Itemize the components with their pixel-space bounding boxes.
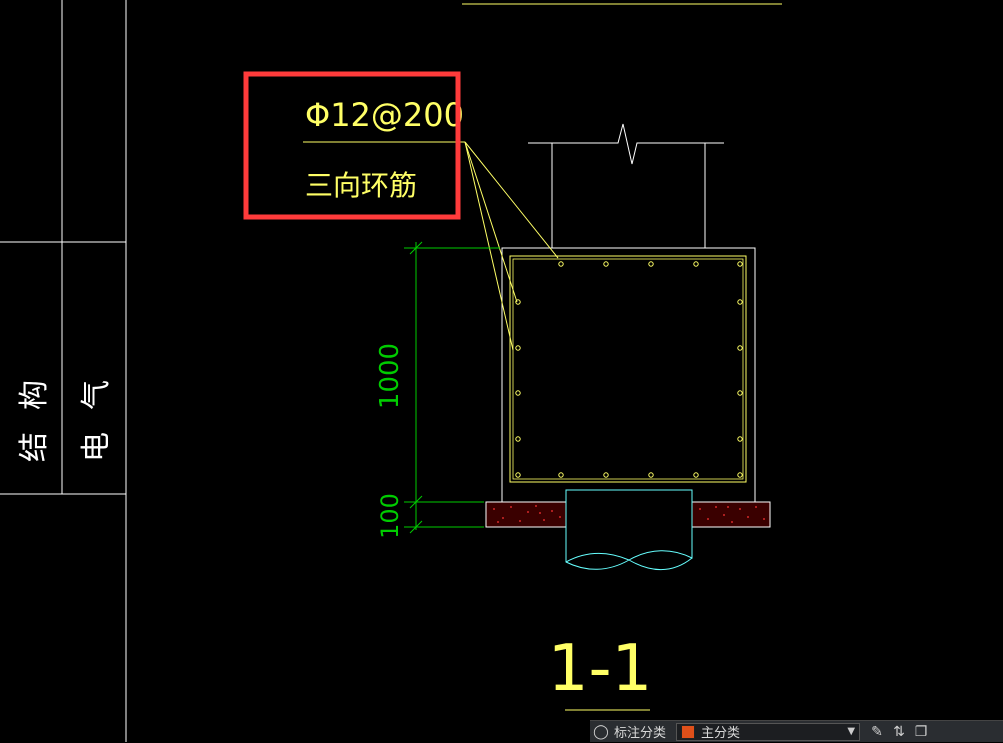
dimension-lines	[404, 241, 500, 534]
rebar-dot	[693, 261, 699, 267]
discipline-structure: 结构	[17, 358, 52, 462]
annotation-scale-icon[interactable]: ◯	[590, 721, 612, 743]
break-line-symbol	[528, 123, 724, 165]
rebar-dots	[515, 261, 743, 478]
rebar-cage-outer	[509, 255, 747, 483]
rebar-dot	[737, 261, 743, 267]
rebar-dot	[515, 345, 521, 351]
rebar-spec-text: Φ12@200	[305, 96, 464, 134]
rebar-dot	[693, 472, 699, 478]
layer-select[interactable]: 主分类 ▼	[676, 722, 861, 741]
section-label: 1-1	[548, 632, 653, 706]
rebar-description-text: 三向环筋	[305, 169, 417, 202]
rebar-dot	[737, 345, 743, 351]
column-above	[528, 123, 724, 248]
rebar-dot	[515, 390, 521, 396]
leader-line	[464, 141, 514, 351]
rebar-dot	[558, 261, 564, 267]
dimension-1000-text: 1000	[375, 343, 405, 409]
rebar-dot	[648, 261, 654, 267]
rebar-dot	[515, 436, 521, 442]
layer-select-value: 主分类	[701, 726, 741, 741]
cad-drawing-canvas[interactable]: 结构 电气 Φ12@200 三向环筋 1000 100 1-1	[0, 0, 1003, 742]
rebar-cage-inner	[512, 258, 744, 480]
rebar-dot	[603, 261, 609, 267]
leader-line	[464, 141, 559, 259]
status-tools: ✎ ⇅ ❐	[866, 721, 932, 743]
pile-body	[565, 489, 693, 570]
rebar-dot	[737, 436, 743, 442]
leader-line	[464, 141, 518, 303]
layer-color-swatch	[681, 724, 696, 739]
rebar-dot	[603, 472, 609, 478]
copy-icon[interactable]: ❐	[910, 721, 932, 743]
move-icon[interactable]: ⇅	[888, 721, 910, 743]
pile	[565, 489, 693, 570]
rebar-dot	[558, 472, 564, 478]
status-bar: ◯ 标注分类 主分类 ▼ ✎ ⇅ ❐	[590, 720, 1003, 742]
pile-cap-outline	[501, 247, 756, 503]
rebar-dot	[515, 472, 521, 478]
rebar-dot	[737, 472, 743, 478]
rebar-dot	[737, 390, 743, 396]
annotation-scale-label: 标注分类	[614, 726, 667, 741]
dimension-100-text: 100	[376, 493, 404, 539]
pencil-icon[interactable]: ✎	[866, 721, 888, 743]
discipline-electrical: 电气	[79, 358, 114, 462]
rebar-dot	[737, 299, 743, 305]
chevron-down-icon: ▼	[847, 726, 856, 737]
rebar-dot	[648, 472, 654, 478]
